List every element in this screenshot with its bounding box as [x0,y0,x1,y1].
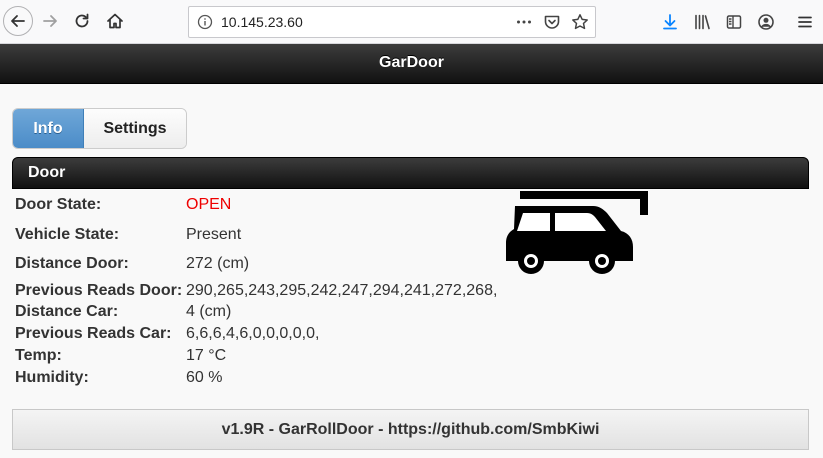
distance-door-value: 272 (cm) [186,255,250,272]
home-icon[interactable] [100,6,130,36]
address-bar[interactable]: 10.145.23.60 [188,6,596,38]
bookmark-star-icon[interactable] [571,13,589,31]
distance-car-value: 4 (cm) [186,303,232,320]
temp-label: Temp: [15,347,62,364]
download-icon[interactable] [660,12,680,32]
door-section-header: Door [12,157,809,189]
tab-bar: Info Settings [12,108,187,149]
humidity-label: Humidity: [15,369,89,386]
previous-reads-car-value: 6,6,6,4,6,0,0,0,0,0, [186,325,320,342]
tab-settings[interactable]: Settings [84,109,186,148]
info-icon[interactable] [197,14,213,30]
footer-text: v1.9R - GarRollDoor - https://github.com… [221,421,600,438]
door-state-label: Door State: [15,196,102,213]
pocket-icon[interactable] [543,13,561,31]
back-arrow-icon[interactable] [3,6,33,36]
page-header: GarDoor [0,44,823,84]
distance-door-label: Distance Door: [15,255,129,272]
distance-car-label: Distance Car: [15,303,119,320]
account-icon[interactable] [756,12,776,32]
section-title: Door [28,164,66,181]
library-icon[interactable] [692,12,712,32]
menu-icon[interactable] [795,12,815,32]
sidebar-icon[interactable] [724,12,744,32]
door-state-value: OPEN [186,196,232,213]
browser-toolbar: 10.145.23.60 [0,0,823,44]
forward-arrow-icon[interactable] [35,6,65,36]
previous-reads-door-label: Previous Reads Door: [15,282,183,299]
more-icon[interactable] [515,13,533,31]
car-in-garage-open-door-icon [506,191,648,274]
footer: v1.9R - GarRollDoor - https://github.com… [12,409,809,450]
previous-reads-door-value: 290,265,243,295,242,247,294,241,272,268, [186,282,498,299]
page-title: GarDoor [379,54,444,71]
temp-value: 17 °C [186,347,227,364]
reload-icon[interactable] [67,6,97,36]
vehicle-state-label: Vehicle State: [15,226,120,243]
previous-reads-car-label: Previous Reads Car: [15,325,172,342]
vehicle-state-value: Present [186,226,242,243]
url-text[interactable]: 10.145.23.60 [221,7,303,37]
humidity-value: 60 % [186,369,223,386]
tab-info[interactable]: Info [13,109,84,148]
